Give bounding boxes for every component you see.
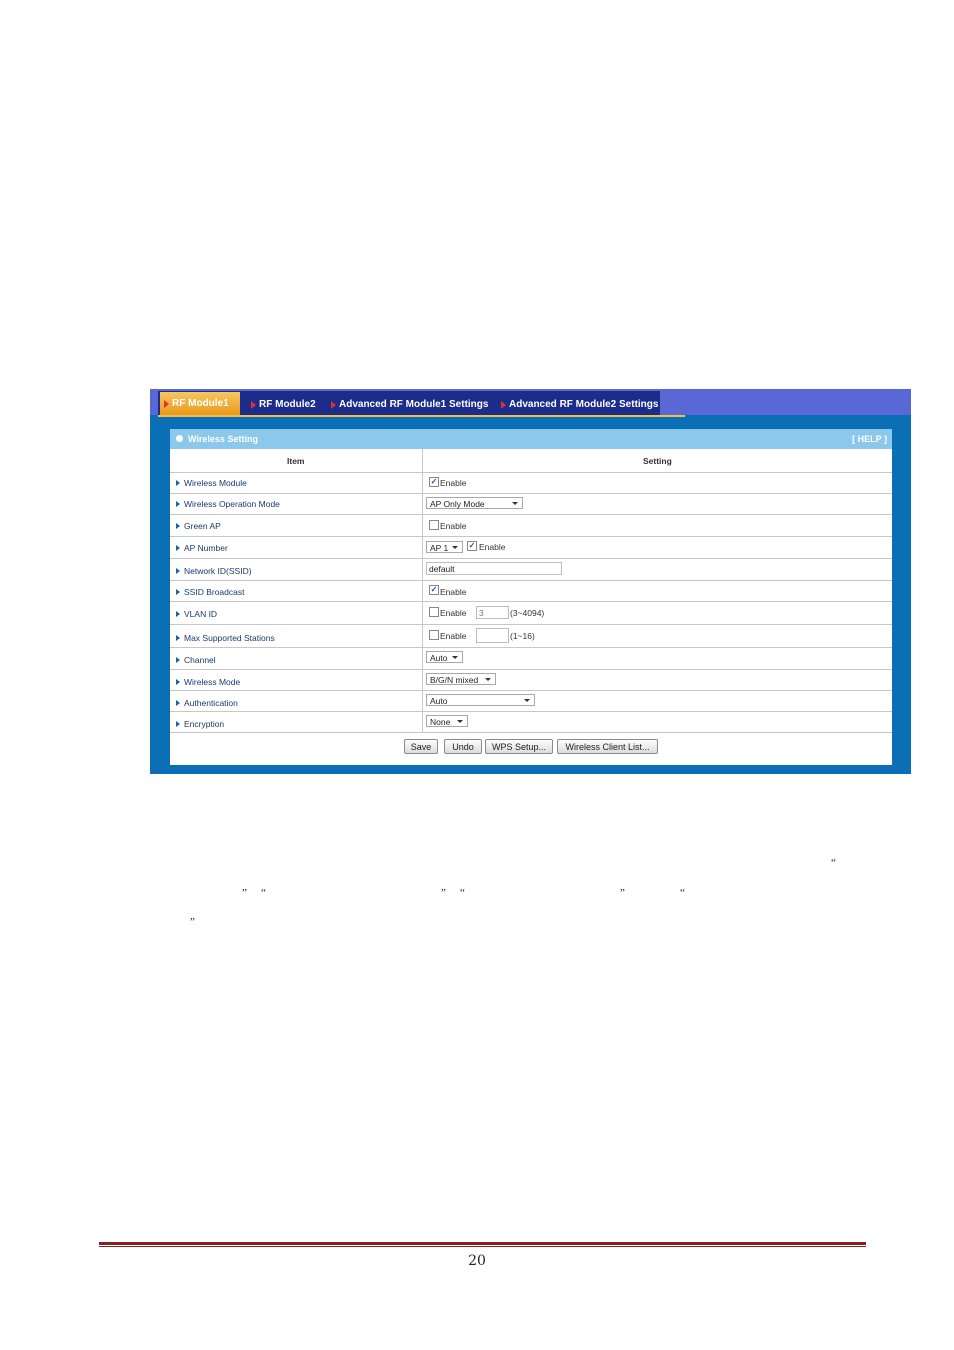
row-label: Green AP	[176, 521, 221, 531]
row-encryption: Encryption None	[170, 711, 892, 733]
chevron-down-icon	[452, 656, 458, 659]
chevron-down-icon	[485, 678, 491, 681]
wireless-mode-select[interactable]: B/G/N mixed	[426, 673, 496, 685]
router-screenshot: RF Module1 RF Module2 Advanced RF Module…	[150, 389, 911, 774]
checkbox-label: Enable	[440, 608, 467, 618]
tab-underline	[158, 415, 685, 417]
table-header-row: Item Setting	[170, 449, 892, 473]
row-max-stations: Max Supported Stations Enable (1~16)	[170, 624, 892, 648]
ssid-input[interactable]: default	[426, 562, 562, 575]
wireless-module-checkbox[interactable]: ✓	[429, 477, 439, 487]
row-label: VLAN ID	[175, 609, 218, 619]
authentication-select[interactable]: Auto	[426, 694, 535, 706]
tab-bar: RF Module1 RF Module2 Advanced RF Module…	[150, 389, 911, 417]
chevron-down-icon	[452, 546, 458, 549]
row-vlan-id: VLAN ID Enable 3 (3~4094)	[170, 601, 892, 625]
checkbox-label: Enable	[440, 521, 467, 531]
quote-mark: “	[680, 887, 685, 899]
panel-title: Wireless Setting	[188, 434, 258, 444]
column-header-setting: Setting	[643, 456, 672, 466]
tab-arrow-icon	[501, 401, 506, 409]
ap-enable-checkbox[interactable]: ✓	[467, 541, 477, 551]
row-operation-mode: Wireless Operation Mode AP Only Mode	[170, 493, 892, 515]
operation-mode-select[interactable]: AP Only Mode	[426, 497, 523, 509]
quote-mark: “	[261, 887, 266, 899]
tab-arrow-icon	[331, 401, 336, 409]
quote-mark: ”	[620, 887, 625, 899]
vlan-range-hint: (3~4094)	[510, 608, 545, 618]
quote-mark: ”	[190, 916, 195, 928]
quote-mark: “	[831, 857, 836, 869]
chevron-down-icon	[524, 699, 530, 702]
checkbox-label: Enable	[440, 631, 467, 641]
ap-number-select[interactable]: AP 1	[426, 541, 463, 553]
vlan-id-input[interactable]: 3	[476, 606, 509, 619]
row-label: SSID Broadcast	[175, 587, 245, 597]
wps-setup-button[interactable]: WPS Setup...	[485, 739, 553, 754]
row-label: Wireless Mode	[175, 677, 241, 687]
tab-rf-module2[interactable]: RF Module2	[247, 393, 321, 417]
wireless-setting-panel: Wireless Setting [ HELP ] Item Setting W…	[170, 429, 892, 765]
page-number: 20	[468, 1253, 486, 1269]
checkbox-label: Enable	[440, 587, 467, 597]
tab-advanced-rf-module1[interactable]: Advanced RF Module1 Settings	[327, 393, 491, 417]
wireless-client-list-button[interactable]: Wireless Client List...	[557, 739, 658, 754]
row-label: Channel	[176, 655, 216, 665]
row-ssid: Network ID(SSID) default	[170, 558, 892, 581]
tab-advanced-rf-module2[interactable]: Advanced RF Module2 Settings	[497, 393, 661, 417]
vlan-checkbox[interactable]	[429, 607, 439, 617]
checkbox-label: Enable	[479, 542, 506, 552]
row-label: Wireless Operation Mode	[176, 499, 280, 509]
help-link[interactable]: [ HELP ]	[852, 434, 887, 444]
row-label: Max Supported Stations	[176, 633, 275, 643]
footer-rule-thin	[99, 1246, 866, 1247]
row-channel: Channel Auto	[170, 647, 892, 670]
save-button[interactable]: Save	[404, 739, 438, 754]
row-label: Wireless Module	[176, 478, 247, 488]
tab-arrow-icon	[164, 400, 169, 408]
panel-header: Wireless Setting [ HELP ]	[170, 429, 892, 449]
quote-mark: ”	[441, 887, 446, 899]
undo-button[interactable]: Undo	[444, 739, 482, 754]
row-wireless-module: Wireless Module ✓ Enable	[170, 472, 892, 494]
max-stations-range-hint: (1~16)	[510, 631, 535, 641]
green-ap-checkbox[interactable]	[429, 520, 439, 530]
max-stations-input[interactable]	[476, 628, 509, 643]
ssid-broadcast-checkbox[interactable]: ✓	[429, 585, 439, 595]
column-header-item: Item	[287, 456, 305, 466]
row-label: AP Number	[176, 543, 228, 553]
chevron-down-icon	[512, 502, 518, 505]
max-stations-checkbox[interactable]	[429, 630, 439, 640]
row-wireless-mode: Wireless Mode B/G/N mixed	[170, 669, 892, 691]
row-label: Encryption	[175, 719, 225, 729]
row-label: Authentication	[176, 698, 238, 708]
checkbox-label: Enable	[440, 478, 467, 488]
quote-mark: “	[460, 887, 465, 899]
encryption-select[interactable]: None	[426, 715, 468, 727]
row-ap-number: AP Number AP 1 ✓ Enable	[170, 536, 892, 559]
row-green-ap: Green AP Enable	[170, 514, 892, 537]
quote-mark: ”	[242, 887, 247, 899]
footer-rule	[99, 1242, 866, 1245]
row-ssid-broadcast: SSID Broadcast ✓ Enable	[170, 580, 892, 602]
channel-select[interactable]: Auto	[426, 651, 463, 663]
row-label: Network ID(SSID)	[176, 566, 252, 576]
chevron-down-icon	[457, 720, 463, 723]
collapse-icon[interactable]	[176, 435, 183, 442]
row-authentication: Authentication Auto	[170, 690, 892, 712]
tab-arrow-icon	[251, 401, 256, 409]
tab-rf-module1[interactable]: RF Module1	[160, 392, 240, 415]
